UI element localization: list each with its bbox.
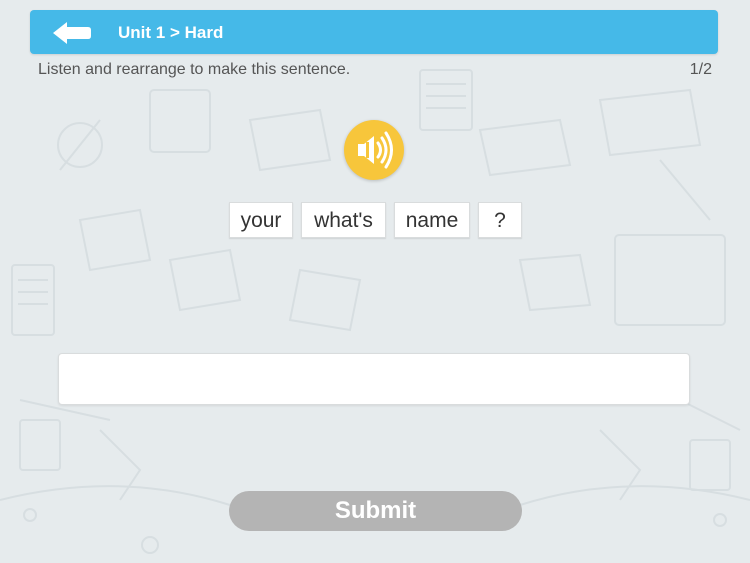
instruction-text: Listen and rearrange to make this senten… xyxy=(38,61,351,78)
word-tiles: your what's name ? xyxy=(229,202,522,238)
back-button[interactable] xyxy=(50,18,94,48)
speaker-icon xyxy=(358,131,393,169)
progress-counter: 1/2 xyxy=(689,61,712,78)
play-audio-button[interactable] xyxy=(344,120,404,180)
word-tile-name[interactable]: name xyxy=(394,202,470,238)
page-title: Unit 1 > Hard xyxy=(118,23,224,42)
background-doodles xyxy=(0,69,750,554)
word-tile-whats[interactable]: what's xyxy=(301,202,386,238)
back-arrow-icon xyxy=(53,22,91,44)
answer-drop-area[interactable] xyxy=(58,353,690,405)
word-tile-your[interactable]: your xyxy=(229,202,293,238)
submit-button[interactable]: Submit xyxy=(229,491,522,531)
word-tile-question-mark[interactable]: ? xyxy=(478,202,522,238)
